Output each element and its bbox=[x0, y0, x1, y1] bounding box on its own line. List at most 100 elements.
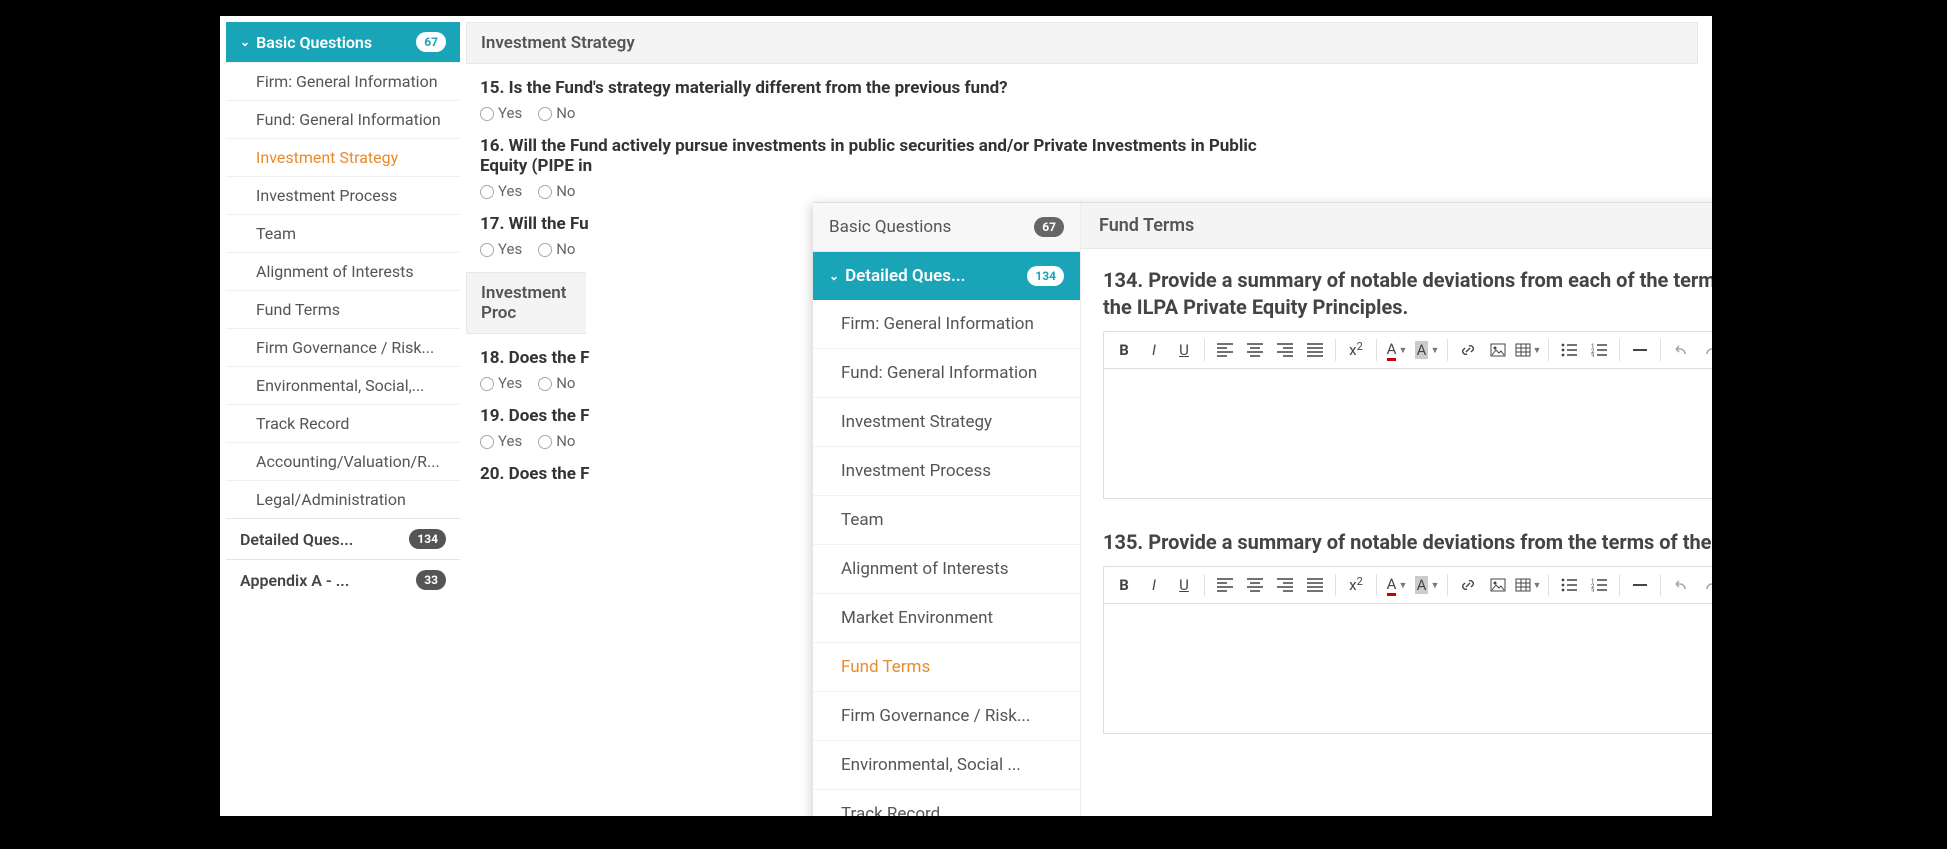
redo-button[interactable] bbox=[1697, 571, 1712, 599]
question-16-text: 16. Will the Fund actively pursue invest… bbox=[480, 136, 1260, 176]
radio-q19-yes[interactable]: Yes bbox=[480, 432, 522, 450]
sidebar-item-legal[interactable]: Legal/Administration bbox=[226, 480, 460, 518]
nav2-item-fund-general[interactable]: Fund: General Information bbox=[813, 349, 1080, 398]
nav2-item-fund-terms[interactable]: Fund Terms bbox=[813, 643, 1080, 692]
superscript-button[interactable]: x2 bbox=[1342, 336, 1370, 364]
nav-header-appendix[interactable]: Appendix A - ... 33 bbox=[226, 559, 460, 600]
chevron-down-icon: ⌄ bbox=[240, 35, 250, 49]
nav2-item-investment-process[interactable]: Investment Process bbox=[813, 447, 1080, 496]
sidebar-item-investment-process[interactable]: Investment Process bbox=[226, 176, 460, 214]
nav-header-count: 67 bbox=[416, 32, 446, 52]
unordered-list-button[interactable] bbox=[1555, 571, 1583, 599]
align-center-button[interactable] bbox=[1241, 336, 1269, 364]
italic-button[interactable]: I bbox=[1140, 571, 1168, 599]
bold-button[interactable]: B bbox=[1110, 571, 1138, 599]
underline-button[interactable]: U bbox=[1170, 336, 1198, 364]
radio-q15-no[interactable]: No bbox=[538, 104, 575, 122]
question-15: 15. Is the Fund's strategy materially di… bbox=[480, 78, 1698, 122]
align-justify-button[interactable] bbox=[1301, 571, 1329, 599]
nav2-item-market-environment[interactable]: Market Environment bbox=[813, 594, 1080, 643]
nav2-item-governance[interactable]: Firm Governance / Risk... bbox=[813, 692, 1080, 741]
radio-q17-yes[interactable]: Yes bbox=[480, 240, 522, 258]
nav2-item-alignment[interactable]: Alignment of Interests bbox=[813, 545, 1080, 594]
nav-header-appendix-label: Appendix A - ... bbox=[240, 571, 416, 590]
sidebar-item-alignment[interactable]: Alignment of Interests bbox=[226, 252, 460, 290]
align-right-button[interactable] bbox=[1271, 571, 1299, 599]
horizontal-rule-button[interactable] bbox=[1626, 571, 1654, 599]
nav2-item-firm-general[interactable]: Firm: General Information bbox=[813, 300, 1080, 349]
align-right-button[interactable] bbox=[1271, 336, 1299, 364]
sidebar-item-esg[interactable]: Environmental, Social,... bbox=[226, 366, 460, 404]
nav2-item-team[interactable]: Team bbox=[813, 496, 1080, 545]
font-color-button[interactable]: A▼ bbox=[1383, 571, 1411, 599]
italic-button[interactable]: I bbox=[1140, 336, 1168, 364]
nav2-item-esg[interactable]: Environmental, Social ... bbox=[813, 741, 1080, 790]
question-16: 16. Will the Fund actively pursue invest… bbox=[480, 136, 1698, 200]
radio-q16-no[interactable]: No bbox=[538, 182, 575, 200]
section-investment-process: Investment Proc bbox=[466, 272, 586, 334]
sidebar-detailed: Basic Questions 67 ⌄ Detailed Ques... 13… bbox=[813, 203, 1081, 816]
svg-text:3: 3 bbox=[1591, 588, 1594, 592]
question-134: 134. Provide a summary of notable deviat… bbox=[1103, 267, 1712, 499]
table-button[interactable]: ▼ bbox=[1514, 571, 1542, 599]
svg-text:3: 3 bbox=[1591, 353, 1594, 357]
bold-button[interactable]: B bbox=[1110, 336, 1138, 364]
align-center-button[interactable] bbox=[1241, 571, 1269, 599]
align-left-button[interactable] bbox=[1211, 571, 1239, 599]
radio-q16-yes[interactable]: Yes bbox=[480, 182, 522, 200]
nav2-detailed-count: 134 bbox=[1027, 266, 1064, 286]
rich-text-toolbar-135: B I U x2 A▼ A▼ bbox=[1103, 566, 1712, 604]
image-button[interactable] bbox=[1484, 336, 1512, 364]
table-button[interactable]: ▼ bbox=[1514, 336, 1542, 364]
undo-button[interactable] bbox=[1667, 571, 1695, 599]
sidebar-item-fund-general[interactable]: Fund: General Information bbox=[226, 100, 460, 138]
highlight-color-button[interactable]: A▼ bbox=[1413, 336, 1441, 364]
highlight-color-button[interactable]: A▼ bbox=[1413, 571, 1441, 599]
undo-button[interactable] bbox=[1667, 336, 1695, 364]
nav-header-detailed[interactable]: Detailed Ques... 134 bbox=[226, 518, 460, 559]
radio-q15-yes[interactable]: Yes bbox=[480, 104, 522, 122]
nav-header-basic-questions[interactable]: ⌄ Basic Questions 67 bbox=[226, 22, 460, 62]
radio-q18-yes[interactable]: Yes bbox=[480, 374, 522, 392]
sidebar-item-track-record[interactable]: Track Record bbox=[226, 404, 460, 442]
sidebar-item-governance[interactable]: Firm Governance / Risk... bbox=[226, 328, 460, 366]
nav2-header-basic[interactable]: Basic Questions 67 bbox=[813, 203, 1080, 252]
overlay-detailed: Basic Questions 67 ⌄ Detailed Ques... 13… bbox=[813, 202, 1712, 816]
sidebar-item-team[interactable]: Team bbox=[226, 214, 460, 252]
nav2-header-detailed[interactable]: ⌄ Detailed Ques... 134 bbox=[813, 252, 1080, 300]
radio-q18-no[interactable]: No bbox=[538, 374, 575, 392]
nav2-basic-label: Basic Questions bbox=[829, 217, 1034, 237]
nav2-item-track-record[interactable]: Track Record bbox=[813, 790, 1080, 816]
nav2-item-investment-strategy[interactable]: Investment Strategy bbox=[813, 398, 1080, 447]
question-134-text: 134. Provide a summary of notable deviat… bbox=[1103, 267, 1712, 321]
redo-button[interactable] bbox=[1697, 336, 1712, 364]
sidebar-item-firm-general[interactable]: Firm: General Information bbox=[226, 62, 460, 100]
radio-q19-no[interactable]: No bbox=[538, 432, 575, 450]
nav2-detailed-label: Detailed Ques... bbox=[845, 266, 1027, 286]
horizontal-rule-button[interactable] bbox=[1626, 336, 1654, 364]
radio-q17-no[interactable]: No bbox=[538, 240, 575, 258]
question-135-text: 135. Provide a summary of notable deviat… bbox=[1103, 529, 1712, 556]
unordered-list-button[interactable] bbox=[1555, 336, 1583, 364]
sidebar-item-investment-strategy[interactable]: Investment Strategy bbox=[226, 138, 460, 176]
rich-text-editor-134[interactable] bbox=[1103, 369, 1712, 499]
align-left-button[interactable] bbox=[1211, 336, 1239, 364]
nav-header-appendix-count: 33 bbox=[416, 570, 446, 590]
underline-button[interactable]: U bbox=[1170, 571, 1198, 599]
font-color-button[interactable]: A▼ bbox=[1383, 336, 1411, 364]
ordered-list-button[interactable]: 123 bbox=[1585, 571, 1613, 599]
image-button[interactable] bbox=[1484, 571, 1512, 599]
rich-text-editor-135[interactable] bbox=[1103, 604, 1712, 734]
ordered-list-button[interactable]: 123 bbox=[1585, 336, 1613, 364]
align-justify-button[interactable] bbox=[1301, 336, 1329, 364]
sidebar-item-accounting[interactable]: Accounting/Valuation/R... bbox=[226, 442, 460, 480]
link-button[interactable] bbox=[1454, 336, 1482, 364]
question-15-text: 15. Is the Fund's strategy materially di… bbox=[480, 78, 1698, 98]
section-investment-strategy: Investment Strategy bbox=[466, 22, 1698, 64]
section-fund-terms: Fund Terms bbox=[1081, 203, 1712, 249]
sidebar-item-fund-terms[interactable]: Fund Terms bbox=[226, 290, 460, 328]
nav2-basic-count: 67 bbox=[1034, 217, 1064, 237]
link-button[interactable] bbox=[1454, 571, 1482, 599]
superscript-button[interactable]: x2 bbox=[1342, 571, 1370, 599]
sidebar-basic: ⌄ Basic Questions 67 Firm: General Infor… bbox=[226, 22, 460, 600]
